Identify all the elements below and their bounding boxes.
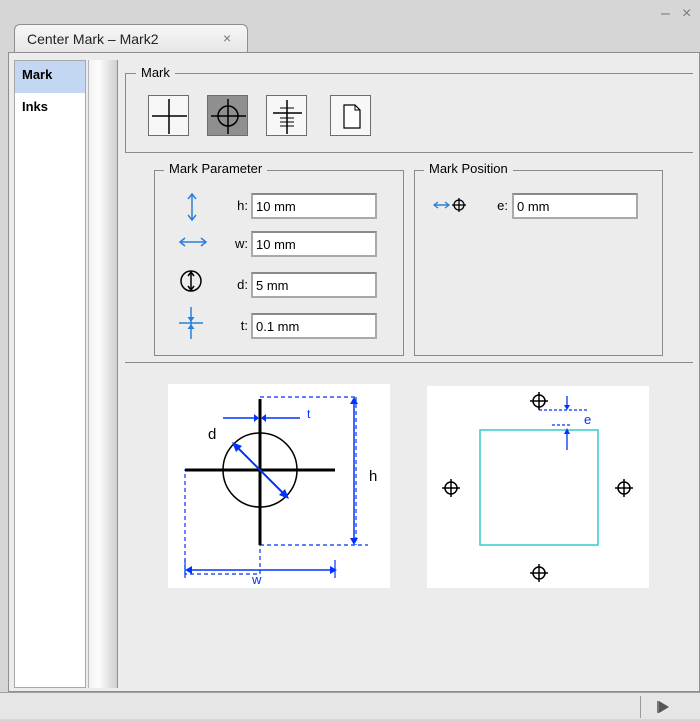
- tab-close-icon[interactable]: ×: [223, 30, 231, 46]
- t-input[interactable]: 0.1 mm: [251, 313, 377, 339]
- registration-mark-top: [530, 392, 548, 410]
- h-input[interactable]: 10 mm: [251, 193, 377, 219]
- registration-mark-right: [615, 479, 633, 497]
- registration-mark-bottom: [530, 564, 548, 582]
- h-label: h:: [237, 198, 248, 213]
- w-input[interactable]: 10 mm: [251, 231, 377, 257]
- t-label: t:: [240, 318, 248, 333]
- d-input[interactable]: 5 mm: [251, 272, 377, 298]
- crosshair-ladder-tool-button[interactable]: [266, 95, 307, 136]
- mark-group-title: Mark: [136, 65, 175, 80]
- mark-size-diagram-svg: [184, 396, 368, 578]
- mark-size-diagram: d t h w: [168, 384, 390, 588]
- crosshair-ladder-icon: [273, 100, 302, 134]
- sidebar-item-inks[interactable]: Inks: [15, 93, 85, 125]
- divider: [125, 152, 693, 153]
- mark-parameter-title: Mark Parameter: [164, 161, 268, 176]
- d-label: d:: [237, 277, 248, 292]
- minimize-button[interactable]: –: [661, 6, 670, 22]
- circle-crosshair-tool-button[interactable]: [207, 95, 248, 136]
- h-diagram-label: h: [369, 468, 378, 485]
- sidebar-item-mark[interactable]: Mark: [15, 61, 85, 93]
- play-button[interactable]: [640, 696, 685, 718]
- w-label: w:: [235, 236, 248, 251]
- thickness-icon: [179, 307, 203, 339]
- w-diagram-label: w: [252, 572, 262, 587]
- e-diagram-label: e: [584, 412, 592, 427]
- mark-position-diagram: e: [427, 386, 649, 588]
- play-arrow-icon: [657, 701, 669, 713]
- crosshair-tool-button[interactable]: [148, 95, 189, 136]
- mark-position-diagram-svg: [442, 392, 633, 582]
- close-panel-button[interactable]: ×: [682, 6, 691, 22]
- divider: [125, 362, 693, 363]
- bottom-bar: [0, 692, 700, 719]
- tab-center-mark[interactable]: Center Mark – Mark2 ×: [14, 24, 248, 52]
- horizontal-arrow-icon: [178, 237, 208, 247]
- offset-mark-icon: [432, 198, 466, 212]
- circle-crosshair-icon: [211, 99, 246, 134]
- mark-position-title: Mark Position: [424, 161, 513, 176]
- sidebar-item-label: Inks: [22, 99, 49, 114]
- d-diagram-label: d: [208, 426, 217, 443]
- vertical-arrow-icon: [187, 192, 197, 222]
- sidebar-item-label: Mark: [22, 67, 53, 82]
- e-label: e:: [497, 198, 508, 213]
- tab-title: Center Mark – Mark2: [27, 31, 159, 47]
- crosshair-icon: [152, 99, 187, 134]
- blank-page-icon: [343, 104, 361, 129]
- e-input[interactable]: 0 mm: [512, 193, 638, 219]
- splitter[interactable]: [88, 60, 118, 688]
- sidebar: Mark Inks: [14, 60, 86, 688]
- registration-mark-left: [442, 479, 460, 497]
- t-diagram-label: t: [307, 407, 311, 421]
- circle-diameter-icon: [180, 270, 202, 292]
- blank-page-tool-button[interactable]: [330, 95, 371, 136]
